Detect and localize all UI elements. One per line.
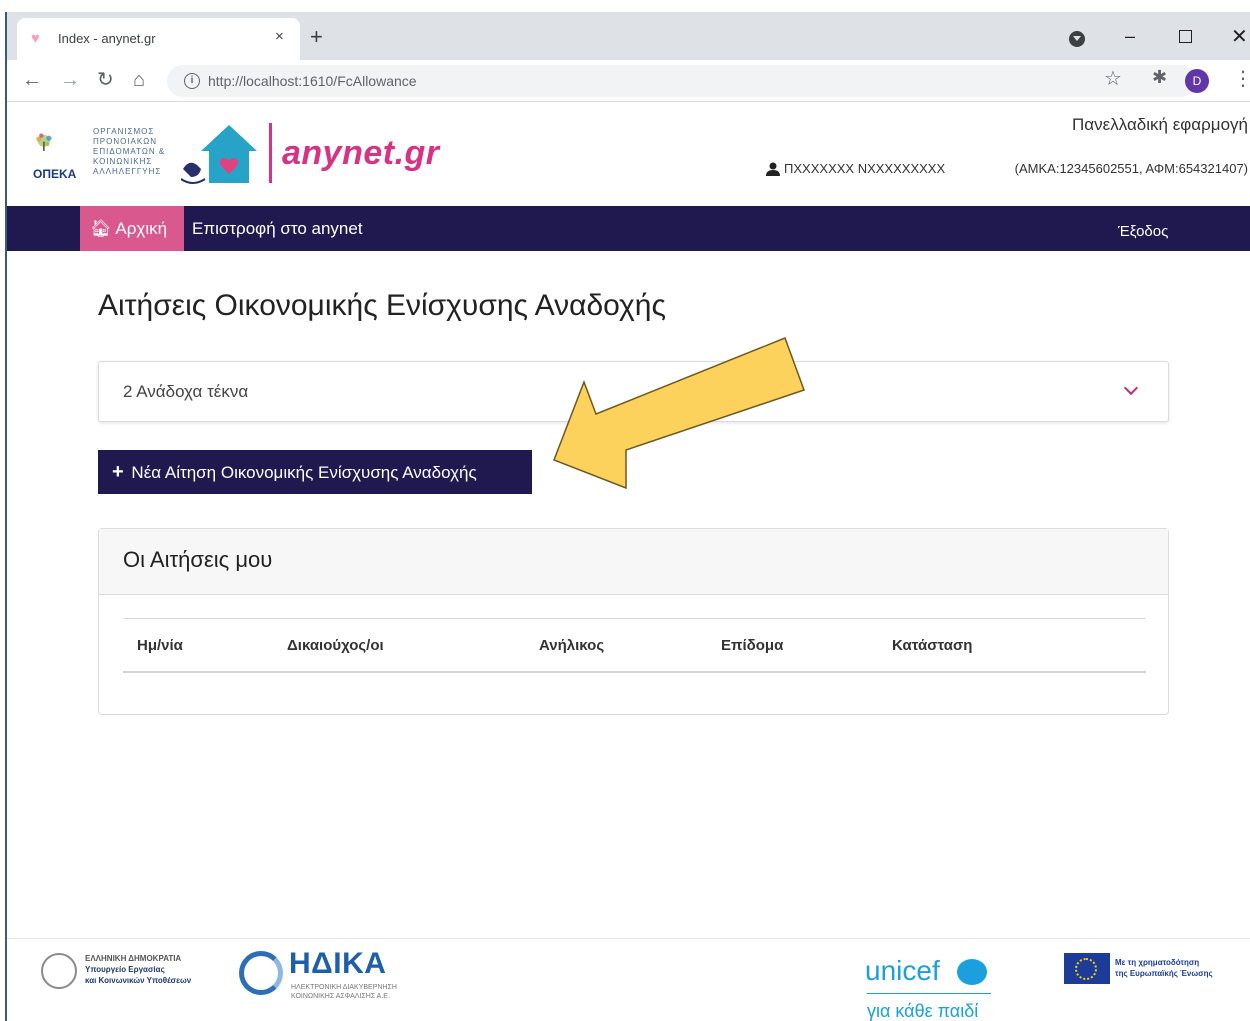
new-application-button-label: Νέα Αίτηση Οικονομικής Ενίσχυσης Αναδοχή… (131, 463, 477, 482)
table-header-border (123, 671, 1146, 673)
annotation-arrow-icon (553, 337, 805, 490)
window-minimize-button[interactable]: – (1125, 26, 1135, 47)
unicef-logo-text: unicef (865, 955, 940, 986)
window-maximize-button[interactable] (1179, 30, 1192, 43)
nav-home-label: Αρχική (115, 219, 168, 238)
column-header-date[interactable]: Ημ/νία (137, 637, 183, 654)
my-applications-card-header: Οι Αιτήσεις μου (99, 529, 1168, 595)
eu-stars-icon (1075, 958, 1097, 980)
nav-back-to-anynet-link[interactable]: Επιστροφή στο anynet (192, 206, 363, 251)
opeka-tree-logo-icon (36, 133, 52, 151)
forward-arrow-icon[interactable]: → (60, 68, 80, 92)
back-arrow-icon[interactable]: ← (22, 68, 42, 92)
eu-funding-text: Με τη χρηματοδότηση της Ευρωπαϊκής Ένωση… (1115, 958, 1213, 978)
column-header-minor[interactable]: Ανήλικος (539, 637, 604, 654)
browser-menu-icon[interactable]: ⋮ (1233, 67, 1250, 91)
ministry-name: ΕΛΛΗΝΙΚΗ ΔΗΜΟΚΡΑΤΙΑ Υπουργείο Εργασίας κ… (85, 954, 192, 985)
table-top-border (123, 618, 1146, 619)
browser-tab[interactable]: ♥ Index - anynet.gr × (17, 18, 300, 60)
nav-logout-link[interactable]: Έξοδος (1118, 206, 1168, 251)
browser-tabstrip: ♥ Index - anynet.gr × + – ✕ (7, 12, 1250, 60)
profile-avatar[interactable]: D (1185, 69, 1209, 93)
nav-home-link[interactable]: 🏠︎ Αρχική (80, 206, 184, 251)
browser-toolbar: ← → ↻ ⌂ i http://localhost:1610/FcAllowa… (7, 60, 1250, 102)
column-header-status[interactable]: Κατάσταση (892, 637, 972, 654)
opeka-short-name: ΟΠΕΚΑ (33, 167, 77, 181)
opeka-org-name: ΟΡΓΑΝΙΣΜΟΣ ΠΡΟΝΟΙΑΚΩΝ ΕΠΙΔΟΜΑΤΩΝ & ΚΟΙΝΩ… (93, 127, 166, 176)
tab-close-icon[interactable]: × (275, 28, 284, 45)
user-identifiers: (ΑΜΚΑ:12345602551, ΑΦΜ:654321407) (1014, 161, 1248, 176)
url-text[interactable]: http://localhost:1610/FcAllowance (208, 73, 417, 89)
house-heart-logo-icon (181, 125, 257, 184)
address-bar[interactable]: i http://localhost:1610/FcAllowance (167, 65, 1197, 97)
user-icon (766, 162, 780, 176)
page-footer: ΕΛΛΗΝΙΚΗ ΔΗΜΟΚΡΑΤΙΑ Υπουργείο Εργασίας κ… (7, 938, 1250, 1021)
idika-swirl-logo-icon (239, 951, 283, 995)
my-applications-title: Οι Αιτήσεις μου (123, 547, 273, 572)
browser-profile-icon[interactable] (1069, 31, 1085, 47)
site-header: ΟΡΓΑΝΙΣΜΟΣ ΠΡΟΝΟΙΑΚΩΝ ΕΠΙΔΟΜΑΤΩΝ & ΚΟΙΝΩ… (7, 103, 1250, 206)
tab-title: Index - anynet.gr (58, 31, 156, 46)
new-tab-button[interactable]: + (310, 26, 323, 48)
user-name: ΠXXXXXXX NXXXXXXXXX (784, 161, 946, 176)
site-info-icon[interactable]: i (184, 73, 200, 89)
foster-children-select-value: 2 Ανάδοχα τέκνα (123, 382, 249, 401)
brand-divider (269, 123, 272, 183)
heart-favicon-icon: ♥ (31, 30, 40, 47)
plus-icon: + (112, 461, 124, 483)
column-header-beneficiaries[interactable]: Δικαιούχος/οι (287, 637, 384, 654)
idika-subtitle: ΗΛΕΚΤΡΟΝΙΚΗ ΔΙΑΚΥΒΕΡΝΗΣΗ ΚΟΙΝΩΝΙΚΗΣ ΑΣΦΑ… (291, 984, 397, 1000)
window-close-button[interactable]: ✕ (1231, 24, 1248, 49)
unicef-underline (867, 993, 991, 994)
greek-republic-emblem-icon (41, 953, 77, 989)
my-applications-card: Οι Αιτήσεις μου Ημ/νία Δικαιούχος/οι Ανή… (98, 528, 1169, 715)
page-title: Αιτήσεις Οικονομικής Ενίσχυσης Αναδοχής (98, 289, 666, 322)
app-scope-label: Πανελλαδική εφαρμογή (1072, 115, 1248, 134)
chevron-down-icon[interactable] (1123, 380, 1139, 396)
reload-icon[interactable]: ↻ (97, 68, 114, 92)
bookmark-star-icon[interactable]: ☆ (1104, 66, 1122, 91)
idika-logo-text: ΗΔΙΚΑ (289, 947, 387, 980)
unicef-tagline: για κάθε παιδί (867, 1001, 979, 1021)
home-icon[interactable]: ⌂ (133, 68, 145, 92)
extensions-puzzle-icon[interactable]: ✱ (1152, 67, 1167, 88)
new-application-button[interactable]: + Νέα Αίτηση Οικονομικής Ενίσχυσης Αναδο… (98, 450, 532, 494)
unicef-globe-icon (957, 959, 987, 985)
anynet-brand-logo[interactable]: anynet.gr (282, 134, 440, 173)
main-navbar: 🏠︎ Αρχική Επιστροφή στο anynet Έξοδος (7, 206, 1250, 251)
home-icon: 🏠︎ (90, 219, 112, 238)
column-header-allowance[interactable]: Επίδομα (721, 637, 783, 654)
